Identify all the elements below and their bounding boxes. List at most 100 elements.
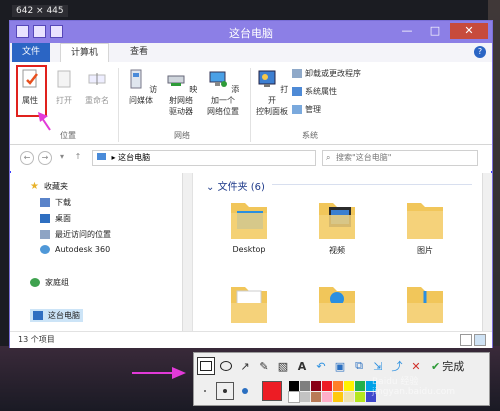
folders-group-header[interactable]: ⌄ 文件夹 (6) <box>206 178 265 193</box>
small-brush-size-icon[interactable] <box>197 383 213 399</box>
close-button[interactable]: ✕ <box>450 23 488 39</box>
music-folder-icon <box>407 287 443 323</box>
properties-button[interactable]: 属性 <box>18 68 42 106</box>
color-swatch[interactable] <box>355 391 365 402</box>
maximize-button[interactable]: □ <box>422 23 448 39</box>
color-swatch[interactable] <box>300 380 310 391</box>
color-palette <box>288 380 376 403</box>
folders-group-label: 文件夹 (6) <box>217 182 265 193</box>
title-bar: 这台电脑 — □ ✕ <box>10 21 492 43</box>
nav-item-recent-places[interactable]: 最近访问的位置 <box>40 229 111 240</box>
color-swatch[interactable] <box>289 380 299 391</box>
system-properties-button[interactable]: 系统属性 <box>292 86 337 97</box>
uninstall-program-button[interactable]: 卸载或更改程序 <box>292 68 361 79</box>
pin-icon[interactable]: ⇲ <box>370 358 386 374</box>
cancel-icon[interactable]: ✕ <box>408 358 424 374</box>
downloads-folder-icon <box>319 287 355 323</box>
pen-tool-icon[interactable]: ✎ <box>256 358 272 374</box>
color-swatch[interactable] <box>355 380 365 391</box>
add-network-location-button[interactable]: 添加一个 网络位置 <box>203 68 243 117</box>
properties-icon <box>22 69 38 88</box>
nav-item-desktop[interactable]: 桌面 <box>40 213 71 224</box>
toolbar-pointer-arrow-icon <box>132 367 186 379</box>
nav-item-autodesk-360[interactable]: Autodesk 360 <box>40 245 110 254</box>
share-icon[interactable]: ⤴ <box>389 358 405 374</box>
color-swatch[interactable] <box>288 390 300 403</box>
search-icon: ⌕ <box>326 153 331 162</box>
nav-item-label: Autodesk 360 <box>55 245 111 254</box>
folder-item-videos[interactable]: 视频 <box>310 197 364 256</box>
open-control-label-line2: 控制面板 <box>256 107 288 116</box>
nav-pane-scrollbar[interactable] <box>182 173 192 331</box>
arrow-tool-icon[interactable]: ↗ <box>237 358 253 374</box>
map-network-drive-button[interactable]: 映射网络 驱动器 <box>161 68 201 117</box>
navigation-pane: ★ 收藏夹 下载 桌面 最近访问的位置 Autodesk 360 家庭组 这台电… <box>10 173 193 331</box>
ellipse-tool-icon[interactable] <box>218 358 234 374</box>
color-swatch[interactable] <box>333 391 343 402</box>
search-input[interactable]: ⌕ 搜索"这台电脑" <box>322 150 478 166</box>
text-tool-icon[interactable]: A <box>294 358 310 374</box>
system-properties-label: 系统属性 <box>305 87 337 96</box>
forward-button[interactable]: → <box>38 151 52 165</box>
address-path: 这台电脑 <box>118 153 151 162</box>
map-drive-label-line2: 驱动器 <box>169 107 193 116</box>
details-view-icon[interactable] <box>460 334 472 346</box>
folder-label: Desktop <box>232 245 266 254</box>
pointer-arrow-icon <box>38 112 51 131</box>
copy-icon[interactable]: ⧉ <box>351 358 367 374</box>
nav-favorites[interactable]: ★ 收藏夹 <box>30 181 68 192</box>
control-panel-icon <box>258 70 276 87</box>
color-swatch[interactable] <box>300 391 310 402</box>
tab-view[interactable]: 查看 <box>120 43 158 62</box>
folder-item-documents[interactable] <box>222 281 276 329</box>
large-icons-view-icon[interactable] <box>474 334 486 346</box>
nav-homegroup[interactable]: 家庭组 <box>30 277 69 288</box>
recent-locations-chevron-icon[interactable]: ▾ <box>56 151 68 163</box>
access-media-button[interactable]: 访问媒体 <box>122 68 160 106</box>
tab-computer[interactable]: 计算机 <box>60 43 110 63</box>
content-scrollbar[interactable] <box>482 173 492 331</box>
manage-label: 管理 <box>305 105 321 114</box>
ribbon-divider-1 <box>118 68 119 142</box>
done-button[interactable]: ✔ 完成 <box>431 358 464 374</box>
folder-item-downloads[interactable] <box>310 281 364 329</box>
open-control-panel-button[interactable]: 打开 控制面板 <box>252 68 292 117</box>
star-icon: ★ <box>30 181 39 192</box>
folder-item-music[interactable] <box>398 281 452 329</box>
medium-brush-size-icon[interactable] <box>216 382 234 400</box>
color-swatch[interactable] <box>311 391 321 402</box>
save-icon[interactable]: ▣ <box>332 358 348 374</box>
content-pane: ⌄ 文件夹 (6) Desktop 视频 图片 <box>200 173 476 331</box>
nav-this-pc-label: 这台电脑 <box>48 311 80 320</box>
color-swatch[interactable] <box>311 380 321 391</box>
current-color-swatch[interactable] <box>262 381 282 401</box>
watermark: Baidu 经验 jingyan.baidu.com <box>372 377 456 397</box>
folder-item-pictures[interactable]: 图片 <box>398 197 452 256</box>
open-button[interactable]: 打开 <box>52 68 76 106</box>
address-bar[interactable]: ▸ 这台电脑 <box>92 150 316 166</box>
nav-item-downloads[interactable]: 下载 <box>40 197 71 208</box>
color-swatch[interactable] <box>333 380 343 391</box>
item-count: 13 个项目 <box>18 335 55 344</box>
nav-item-label: 最近访问的位置 <box>55 230 111 239</box>
collapse-chevron-icon: ⌄ <box>206 182 215 193</box>
color-swatch[interactable] <box>322 380 332 391</box>
large-brush-size-icon[interactable] <box>237 383 253 399</box>
ribbon-panel: 属性 打开 重命名 位置 访问媒体 映射网络 驱动器 添加一个 网络位置 网络 <box>10 62 492 145</box>
tab-file[interactable]: 文件 <box>12 43 51 62</box>
color-swatch[interactable] <box>344 391 354 402</box>
recent-places-icon <box>40 230 50 239</box>
undo-icon[interactable]: ↶ <box>313 358 329 374</box>
rename-button[interactable]: 重命名 <box>82 68 112 106</box>
nav-this-pc[interactable]: 这台电脑 <box>30 309 83 322</box>
back-button[interactable]: ← <box>20 151 34 165</box>
mosaic-tool-icon[interactable]: ▧ <box>275 358 291 374</box>
help-icon[interactable]: ? <box>474 46 486 58</box>
color-swatch[interactable] <box>344 380 354 391</box>
color-swatch[interactable] <box>322 391 332 402</box>
manage-button[interactable]: 管理 <box>292 104 321 115</box>
minimize-button[interactable]: — <box>394 23 420 39</box>
folder-item-desktop[interactable]: Desktop <box>222 197 276 254</box>
up-button[interactable]: ↑ <box>72 151 84 163</box>
rectangle-tool-icon[interactable] <box>197 357 215 375</box>
